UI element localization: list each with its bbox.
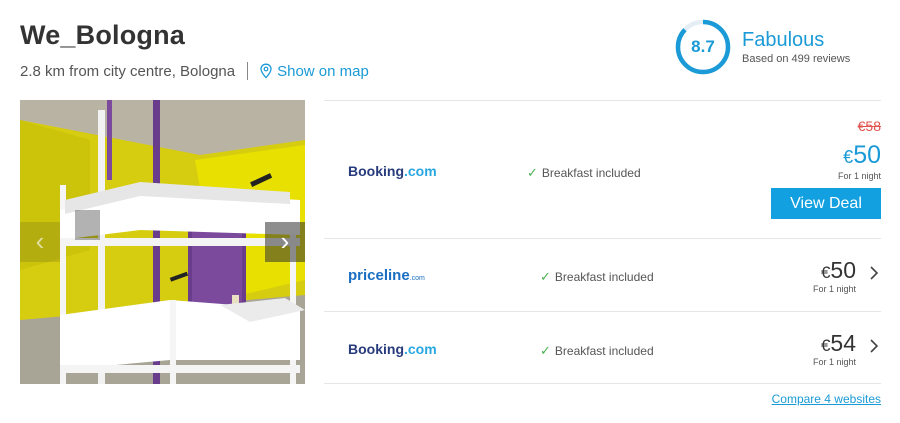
chevron-left-icon: ‹ [35, 226, 45, 256]
original-price: €58 [857, 118, 881, 134]
per-night-label: For 1 night [837, 171, 881, 181]
deal-price: €54 [821, 330, 856, 357]
rating-ring: 8.7 [674, 18, 732, 76]
amenity: ✓ Breakfast included [527, 165, 641, 181]
price-amount: 50 [830, 257, 856, 283]
deal-row[interactable]: priceline.com ✓ Breakfast included €50 F… [324, 238, 881, 311]
review-count: Based on 499 reviews [742, 53, 851, 65]
deal-row[interactable]: Booking.com ✓ Breakfast included €54 For… [324, 311, 881, 384]
amenity: ✓ Breakfast included [540, 343, 654, 359]
amenity-label: Breakfast included [554, 270, 654, 284]
provider-name: Booking [348, 163, 404, 179]
photo-prev-button[interactable]: ‹ [20, 222, 60, 262]
amenity: ✓ Breakfast included [540, 269, 654, 285]
price-currency: € [843, 147, 854, 167]
deals-list: Booking.com ✓ Breakfast included €58 €50… [324, 100, 881, 384]
provider-logo-booking: Booking.com [348, 163, 437, 179]
view-deal-button[interactable]: View Deal [771, 188, 881, 219]
photo-next-button[interactable]: › [265, 222, 305, 262]
compare-websites-link[interactable]: Compare 4 websites [772, 392, 881, 406]
show-on-map-link[interactable]: Show on map [259, 63, 369, 80]
price-amount: 50 [853, 141, 881, 169]
provider-logo-priceline: priceline.com [348, 267, 425, 284]
per-night-label: For 1 night [812, 284, 856, 294]
amenity-label: Breakfast included [554, 344, 654, 358]
chevron-right-icon: › [280, 226, 290, 256]
provider-domain: .com [404, 163, 437, 179]
hotel-distance: 2.8 km from city centre, Bologna [20, 62, 236, 80]
chevron-right-icon[interactable] [869, 265, 879, 281]
checkmark-icon: ✓ [540, 269, 551, 284]
deal-price: €50 [821, 257, 856, 284]
location-pin-icon [260, 63, 272, 79]
rating-label: Fabulous [742, 29, 825, 51]
amenity-label: Breakfast included [541, 166, 641, 180]
rating-score: 8.7 [691, 37, 715, 56]
provider-name: priceline [348, 267, 410, 284]
provider-name: Booking [348, 341, 404, 357]
provider-domain: .com [409, 275, 425, 282]
hotel-location-line: 2.8 km from city centre, Bologna Show on… [20, 62, 369, 80]
chevron-right-icon[interactable] [869, 338, 879, 354]
show-on-map-label: Show on map [277, 62, 369, 80]
checkmark-icon: ✓ [540, 343, 551, 358]
per-night-label: For 1 night [812, 357, 856, 367]
price-currency: € [820, 263, 831, 282]
provider-domain: .com [404, 341, 437, 357]
provider-logo-booking: Booking.com [348, 341, 437, 357]
price-currency: € [820, 336, 831, 355]
divider [247, 62, 249, 80]
deal-price: €50 [843, 141, 881, 170]
price-amount: 54 [830, 330, 856, 356]
checkmark-icon: ✓ [527, 165, 538, 180]
hotel-photo[interactable] [20, 100, 305, 384]
deal-row[interactable]: Booking.com ✓ Breakfast included €58 €50… [324, 100, 881, 238]
rating-summary[interactable]: 8.7 Fabulous Based on 499 reviews [674, 18, 850, 76]
hotel-name: We_Bologna [20, 20, 186, 50]
